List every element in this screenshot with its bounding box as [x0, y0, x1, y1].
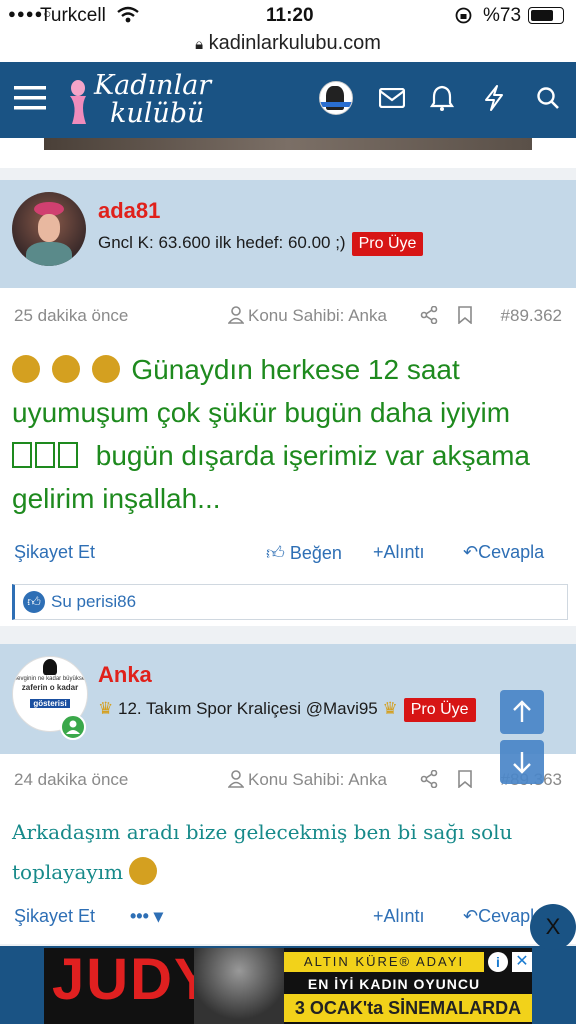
emoji-icon — [51, 355, 80, 383]
missing-glyph-icon — [12, 442, 32, 468]
missing-glyph-icon — [35, 442, 55, 468]
user-avatar[interactable] — [318, 80, 354, 116]
post-number[interactable]: #89.362 — [501, 306, 562, 326]
post-card: ada81 Gncl K: 63.600 ilk hedef: 60.00 ;)… — [0, 180, 576, 626]
share-icon[interactable] — [420, 769, 438, 793]
crown-icon: ♛ — [382, 699, 398, 718]
scroll-down-button[interactable] — [500, 740, 544, 784]
post-user-block: Sevginin ne kadar büyükse, zaferin o kad… — [0, 644, 576, 754]
site-header: Kadınlar kulübü — [0, 62, 576, 138]
emoji-icon — [91, 355, 120, 383]
post-user-block: ada81 Gncl K: 63.600 ilk hedef: 60.00 ;)… — [0, 180, 576, 288]
clock: 11:20 — [266, 5, 314, 26]
ad-info-icon[interactable]: i — [488, 952, 508, 972]
bell-icon[interactable] — [424, 80, 460, 116]
post-time[interactable]: 25 dakika önce — [14, 306, 128, 325]
post-card: Sevginin ne kadar büyükse, zaferin o kad… — [0, 644, 576, 944]
post-meta: 25 dakika önce Konu Sahibi: Anka #89.362 — [14, 305, 562, 329]
liked-by-user[interactable]: Su perisi86 — [51, 592, 136, 612]
user-title: Gncl K: 63.600 ilk hedef: 60.00 ;) — [98, 233, 346, 252]
reply-icon: ↶ — [463, 906, 479, 926]
ad-banner[interactable]: JUDY ALTIN KÜRE® ADAYI EN İYİ KADIN OYUN… — [0, 946, 576, 1024]
topic-owner-label: Konu Sahibi: Anka — [248, 770, 387, 789]
inbox-icon[interactable] — [374, 80, 410, 116]
more-options-icon[interactable]: ••• ▾ — [130, 906, 163, 927]
plus-icon: + — [373, 906, 384, 926]
pro-member-badge: Pro Üye — [351, 232, 424, 256]
reactions-bar[interactable]: 👍︎ Su perisi86 — [12, 584, 568, 620]
emoji-icon — [12, 355, 40, 383]
report-button[interactable]: Şikayet Et — [14, 542, 95, 563]
report-button[interactable]: Şikayet Et — [14, 906, 95, 927]
plus-icon: + — [373, 542, 384, 562]
crown-icon: ♛ — [98, 699, 114, 718]
quote-button[interactable]: +Alıntı — [373, 906, 425, 927]
arrow-down-icon — [513, 752, 531, 774]
ad-line1: ALTIN KÜRE® ADAYI — [284, 952, 484, 972]
avatar[interactable] — [12, 192, 86, 266]
username[interactable]: Anka — [98, 662, 152, 688]
carrier-label: Turkcell — [40, 5, 106, 26]
user-title: 12. Takım Spor Kraliçesi @Mavi95 — [117, 699, 378, 718]
missing-glyph-icon — [58, 442, 78, 468]
person-icon — [227, 306, 245, 329]
url-text: kadinlarkulubu.com — [208, 32, 381, 54]
reply-icon: ↶ — [463, 542, 479, 562]
scroll-up-button[interactable] — [500, 690, 544, 734]
bookmark-icon[interactable] — [458, 306, 472, 329]
wifi-icon — [117, 6, 139, 23]
close-overlay-button[interactable]: X — [530, 904, 576, 950]
topic-owner-label: Konu Sahibi: Anka — [248, 306, 387, 325]
online-status-icon — [60, 714, 86, 740]
bookmark-icon[interactable] — [458, 770, 472, 793]
previous-post-image — [44, 138, 532, 150]
ad-image[interactable]: JUDY ALTIN KÜRE® ADAYI EN İYİ KADIN OYUN… — [44, 948, 532, 1024]
ad-line2: EN İYİ KADIN OYUNCU — [307, 976, 481, 992]
status-bar: ●●●●○ Turkcell 11:20 %73 — [0, 0, 576, 30]
lock-icon: 🔒︎ — [195, 36, 204, 53]
share-icon[interactable] — [420, 305, 438, 329]
like-button[interactable]: 👍︎ Beğen — [266, 542, 342, 564]
ad-close-icon[interactable]: ✕ — [512, 952, 532, 972]
search-icon[interactable] — [530, 80, 566, 116]
person-icon — [227, 770, 245, 793]
battery-label: %73 — [483, 5, 522, 26]
previous-post-tail — [0, 138, 576, 168]
quote-button[interactable]: +Alıntı — [373, 542, 425, 563]
thumbs-up-icon: 👍︎ — [266, 543, 285, 563]
address-bar[interactable]: 🔒︎ kadinlarkulubu.com — [0, 30, 576, 62]
orientation-lock-icon — [455, 7, 472, 24]
post-body: Günaydın herkese 12 saat uyumuşum çok şü… — [12, 354, 530, 514]
bolt-icon[interactable] — [476, 80, 512, 116]
emoji-icon — [129, 857, 158, 885]
arrow-up-icon — [513, 700, 531, 722]
ad-title: JUDY — [52, 948, 215, 1012]
ad-line3: 3 OCAK'ta SİNEMALARDA — [284, 994, 532, 1022]
post-time[interactable]: 24 dakika önce — [14, 770, 128, 789]
post-meta: 24 dakika önce Konu Sahibi: Anka #89.363 — [14, 769, 562, 793]
hamburger-menu-icon[interactable] — [12, 80, 48, 116]
post-body: Arkadaşım aradı bize gelecekmiş ben bi s… — [12, 820, 513, 885]
site-logo[interactable]: Kadınlar kulübü — [64, 68, 224, 132]
logo-figure-icon — [70, 80, 86, 124]
pro-member-badge: Pro Üye — [403, 698, 476, 722]
ad-photo — [194, 948, 284, 1024]
battery-icon — [528, 7, 564, 24]
username[interactable]: ada81 — [98, 198, 160, 224]
reply-button[interactable]: ↶Cevapla — [463, 542, 544, 563]
like-reaction-icon: 👍︎ — [23, 591, 45, 613]
